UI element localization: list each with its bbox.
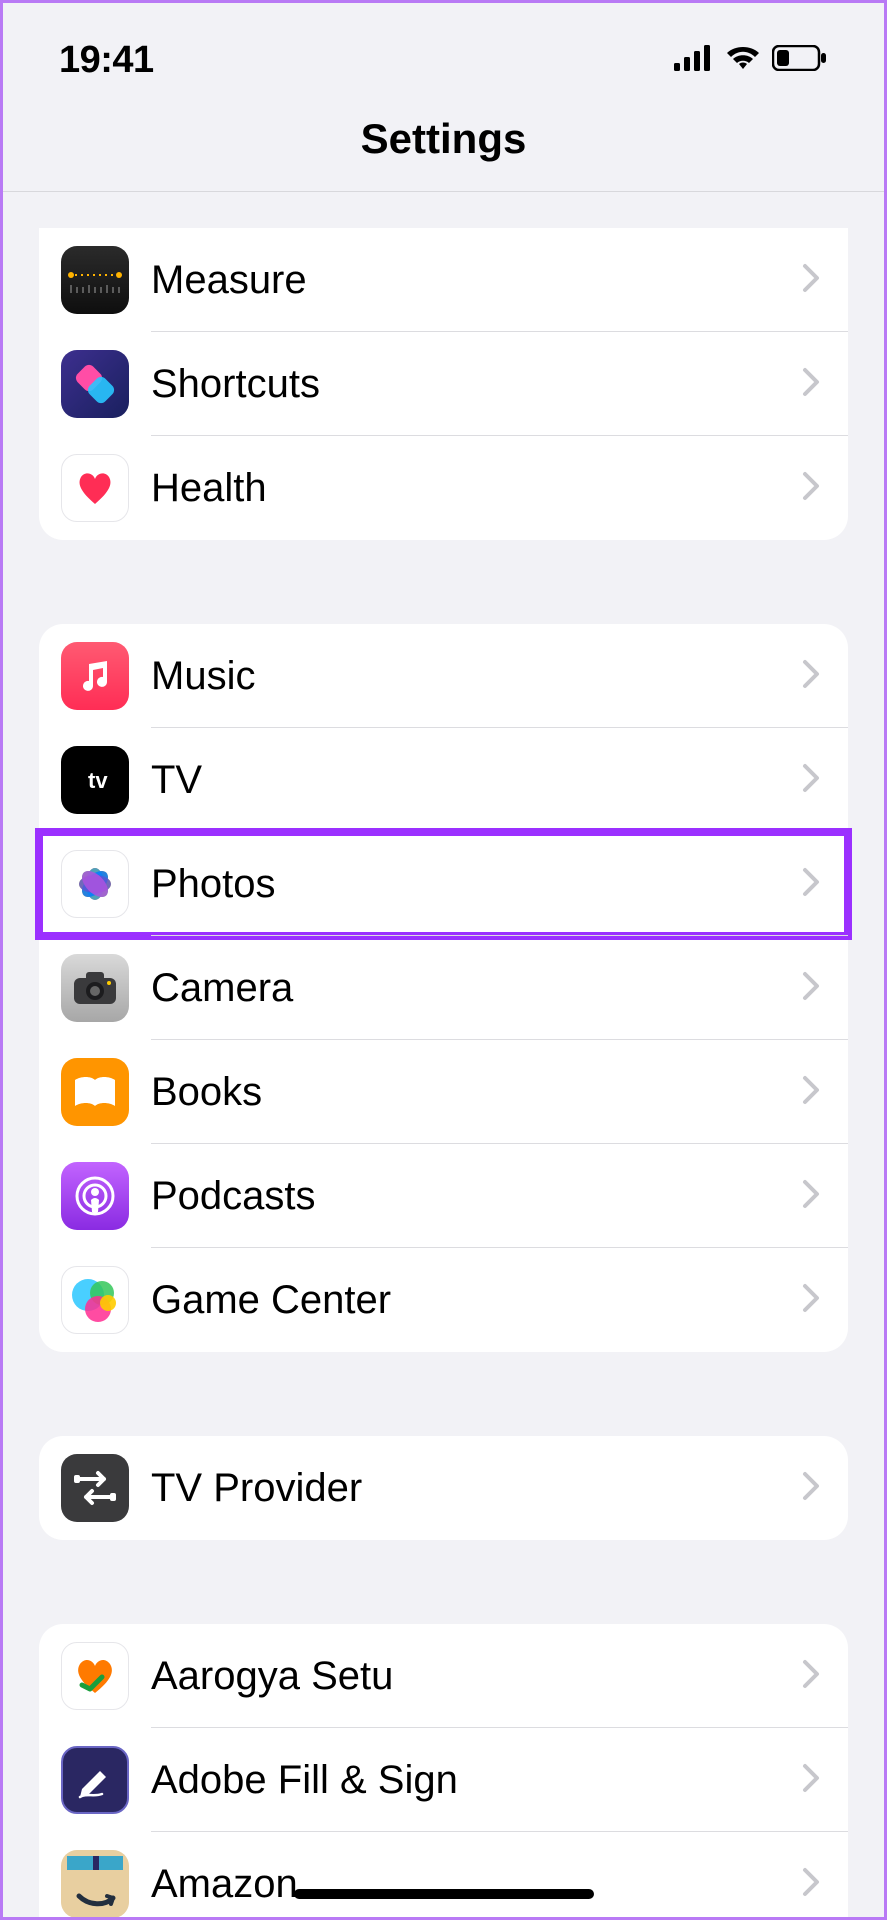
photos-icon xyxy=(61,850,129,918)
chevron-right-icon xyxy=(802,1075,820,1110)
settings-row-camera[interactable]: Camera xyxy=(39,936,848,1040)
chevron-right-icon xyxy=(802,971,820,1006)
settings-row-health[interactable]: Health xyxy=(39,436,848,540)
chevron-right-icon xyxy=(802,471,820,506)
settings-row-label: Game Center xyxy=(151,1278,792,1323)
settings-row-label: Aarogya Setu xyxy=(151,1654,792,1699)
settings-row-label: TV xyxy=(151,758,792,803)
settings-row-game-center[interactable]: Game Center xyxy=(39,1248,848,1352)
settings-row-label: Books xyxy=(151,1070,792,1115)
settings-group: Aarogya Setu Adobe Fill & Sign xyxy=(39,1624,848,1917)
chevron-right-icon xyxy=(802,763,820,798)
settings-row-label: Adobe Fill & Sign xyxy=(151,1758,792,1803)
settings-row-tv-provider[interactable]: TV Provider xyxy=(39,1436,848,1540)
settings-row-label: Photos xyxy=(151,862,792,907)
settings-row-label: Podcasts xyxy=(151,1174,792,1219)
wifi-icon xyxy=(724,45,762,76)
settings-row-label: Music xyxy=(151,654,792,699)
status-icons xyxy=(674,45,828,76)
svg-text:tv: tv xyxy=(88,768,108,793)
settings-group: TV Provider xyxy=(39,1436,848,1540)
page-title: Settings xyxy=(3,103,884,192)
tv-icon: tv xyxy=(61,746,129,814)
settings-row-books[interactable]: Books xyxy=(39,1040,848,1144)
measure-icon xyxy=(61,246,129,314)
status-time: 19:41 xyxy=(59,39,154,82)
settings-list[interactable]: Measure Shortcuts xyxy=(3,228,884,1917)
adobe-fill-sign-icon xyxy=(61,1746,129,1814)
tv-provider-icon xyxy=(61,1454,129,1522)
settings-row-shortcuts[interactable]: Shortcuts xyxy=(39,332,848,436)
podcasts-icon xyxy=(61,1162,129,1230)
settings-row-label: Measure xyxy=(151,258,792,303)
books-icon xyxy=(61,1058,129,1126)
settings-row-amazon[interactable]: Amazon xyxy=(39,1832,848,1917)
settings-row-music[interactable]: Music xyxy=(39,624,848,728)
game-center-icon xyxy=(61,1266,129,1334)
settings-row-label: Amazon xyxy=(151,1862,792,1907)
chevron-right-icon xyxy=(802,1763,820,1798)
settings-row-measure[interactable]: Measure xyxy=(39,228,848,332)
cellular-icon xyxy=(674,45,714,76)
music-icon xyxy=(61,642,129,710)
battery-icon xyxy=(772,45,828,76)
chevron-right-icon xyxy=(802,1283,820,1318)
settings-row-label: Health xyxy=(151,466,792,511)
amazon-icon xyxy=(61,1850,129,1917)
camera-icon xyxy=(61,954,129,1022)
chevron-right-icon xyxy=(802,1179,820,1214)
health-icon xyxy=(61,454,129,522)
chevron-right-icon xyxy=(802,1867,820,1902)
chevron-right-icon xyxy=(802,867,820,902)
chevron-right-icon xyxy=(802,367,820,402)
status-bar: 19:41 xyxy=(3,3,884,103)
chevron-right-icon xyxy=(802,263,820,298)
chevron-right-icon xyxy=(802,1471,820,1506)
settings-row-label: TV Provider xyxy=(151,1466,792,1511)
settings-group: Measure Shortcuts xyxy=(39,228,848,540)
settings-row-photos[interactable]: Photos xyxy=(39,832,848,936)
settings-row-label: Camera xyxy=(151,966,792,1011)
settings-row-adobe-fill-sign[interactable]: Adobe Fill & Sign xyxy=(39,1728,848,1832)
shortcuts-icon xyxy=(61,350,129,418)
settings-row-tv[interactable]: tv TV xyxy=(39,728,848,832)
home-indicator[interactable] xyxy=(294,1889,594,1899)
settings-row-podcasts[interactable]: Podcasts xyxy=(39,1144,848,1248)
chevron-right-icon xyxy=(802,659,820,694)
chevron-right-icon xyxy=(802,1659,820,1694)
settings-row-aarogya-setu[interactable]: Aarogya Setu xyxy=(39,1624,848,1728)
aarogya-setu-icon xyxy=(61,1642,129,1710)
settings-group: Music tv TV xyxy=(39,624,848,1352)
settings-row-label: Shortcuts xyxy=(151,362,792,407)
